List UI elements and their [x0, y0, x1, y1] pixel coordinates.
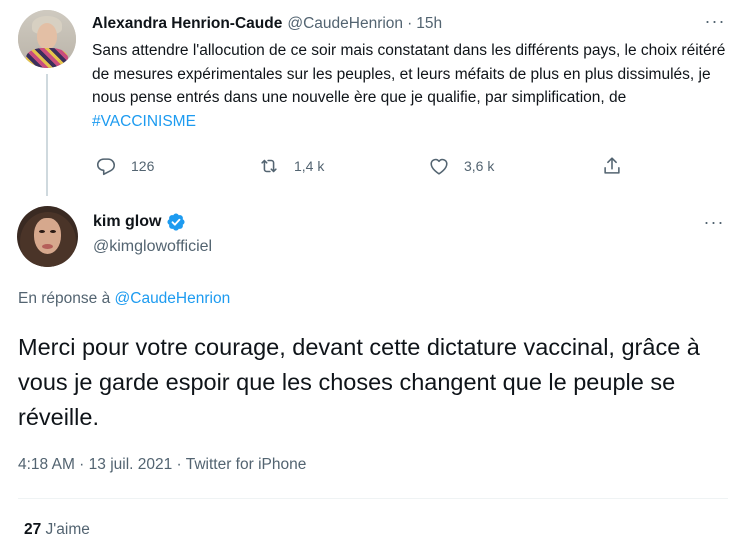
main-author-handle[interactable]: @kimglowofficiel — [93, 238, 212, 256]
parent-author-name[interactable]: Alexandra Henrion-Caude — [92, 15, 282, 33]
parent-author-handle[interactable]: @CaudeHenrion — [287, 15, 403, 33]
reply-count: 126 — [131, 158, 155, 174]
main-tweet-text: Merci pour votre courage, devant cette d… — [18, 334, 700, 430]
likes-summary[interactable]: 27 J'aime — [24, 521, 90, 539]
reply-context: En réponse à @CaudeHenrion — [18, 290, 230, 308]
like-count: 3,6 k — [464, 158, 495, 174]
reply-button[interactable]: 126 — [95, 152, 154, 180]
divider — [18, 498, 728, 499]
likes-label: J'aime — [41, 521, 90, 538]
retweet-icon — [261, 159, 277, 173]
reply-icon — [96, 158, 116, 176]
verified-badge-icon — [167, 213, 185, 231]
share-icon — [604, 157, 620, 174]
reply-mention-link[interactable]: @CaudeHenrion — [115, 290, 231, 307]
retweet-count: 1,4 k — [294, 158, 325, 174]
parent-tweet-time[interactable]: 15h — [416, 15, 442, 33]
main-author-name[interactable]: kim glow — [93, 213, 161, 231]
parent-tweet-text: Sans attendre l'allocution de ce soir ma… — [92, 39, 732, 133]
parent-tweet-header: Alexandra Henrion-Caude @CaudeHenrion · … — [92, 13, 442, 35]
main-more-icon[interactable]: ··· — [703, 213, 725, 231]
like-button[interactable]: 3,6 k — [428, 152, 494, 180]
heart-icon — [430, 158, 448, 175]
hashtag-link[interactable]: #VACCINISME — [92, 113, 196, 130]
parent-author-avatar[interactable] — [18, 10, 76, 68]
main-author-avatar[interactable] — [17, 206, 78, 267]
tweet-meta[interactable]: 4:18 AM · 13 juil. 2021 · Twitter for iP… — [18, 456, 306, 474]
parent-tweet-body: Sans attendre l'allocution de ce soir ma… — [92, 42, 726, 107]
retweet-button[interactable]: 1,4 k — [258, 152, 324, 180]
header-separator: · — [407, 15, 413, 32]
parent-tweet[interactable]: Alexandra Henrion-Caude @CaudeHenrion · … — [0, 0, 746, 198]
share-button[interactable] — [601, 152, 623, 180]
reply-prefix: En réponse à — [18, 290, 115, 307]
main-author-name-row[interactable]: kim glow — [93, 212, 186, 232]
parent-more-icon[interactable]: ··· — [704, 12, 726, 30]
likes-count: 27 — [24, 521, 42, 538]
thread-line — [46, 74, 48, 196]
